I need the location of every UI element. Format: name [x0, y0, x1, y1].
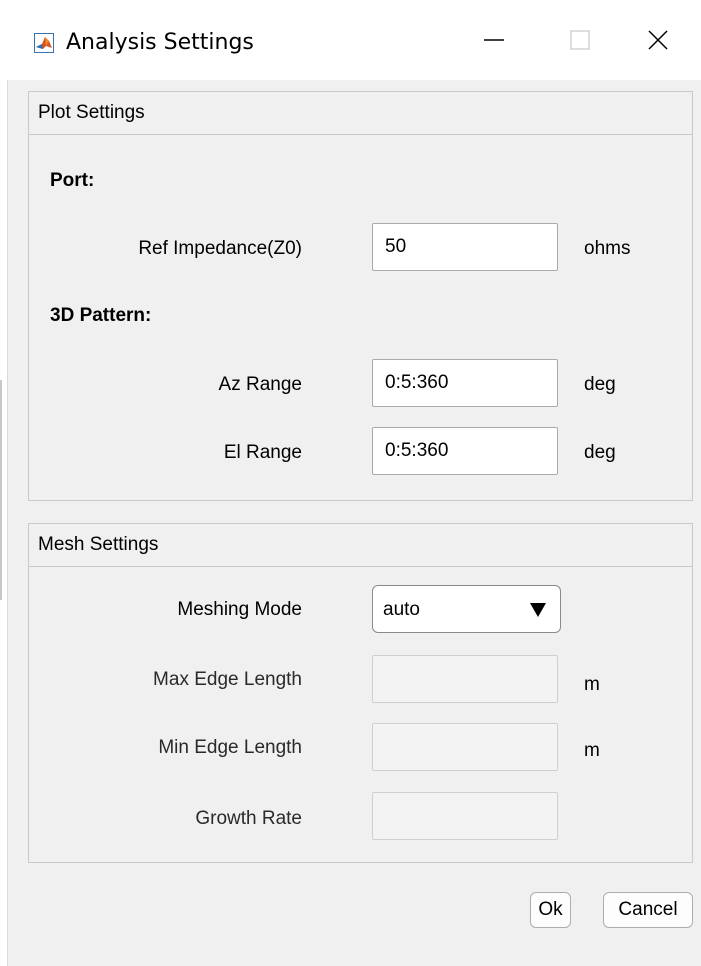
plot-settings-header: Plot Settings: [29, 92, 692, 135]
min-edge-length-input: [372, 723, 558, 771]
min-edge-length-label: Min Edge Length: [158, 737, 302, 758]
plot-settings-title: Plot Settings: [38, 102, 145, 123]
az-range-input[interactable]: [372, 359, 558, 407]
dropdown-arrow-icon: [530, 603, 546, 617]
ref-impedance-input[interactable]: [372, 223, 558, 271]
meshing-mode-dropdown[interactable]: auto: [372, 585, 561, 633]
close-button[interactable]: [628, 14, 688, 66]
max-edge-length-label: Max Edge Length: [153, 669, 302, 690]
meshing-mode-value: auto: [383, 599, 420, 620]
title-bar[interactable]: Analysis Settings: [0, 0, 701, 80]
mesh-settings-panel: Mesh Settings Meshing Mode auto Max Edge…: [28, 523, 693, 863]
ok-button[interactable]: Ok: [530, 892, 571, 928]
close-icon: [648, 30, 668, 50]
ref-impedance-label: Ref Impedance(Z0): [138, 238, 302, 259]
maximize-icon: [570, 30, 590, 50]
window-edge-mark: [0, 380, 2, 600]
el-range-input[interactable]: [372, 427, 558, 475]
maximize-button[interactable]: [550, 14, 610, 66]
mesh-settings-title: Mesh Settings: [38, 534, 159, 555]
min-edge-length-unit: m: [584, 740, 600, 761]
cancel-button[interactable]: Cancel: [603, 892, 693, 928]
az-range-unit: deg: [584, 374, 616, 395]
el-range-unit: deg: [584, 442, 616, 463]
port-section-label: Port:: [50, 170, 95, 191]
az-range-label: Az Range: [218, 374, 302, 395]
ref-impedance-unit: ohms: [584, 238, 631, 259]
mesh-settings-header: Mesh Settings: [29, 524, 692, 567]
plot-settings-panel: Plot Settings Port: Ref Impedance(Z0) oh…: [28, 91, 693, 501]
max-edge-length-input: [372, 655, 558, 703]
meshing-mode-label: Meshing Mode: [177, 599, 302, 620]
el-range-label: El Range: [223, 442, 302, 463]
matlab-icon: [34, 33, 54, 53]
minimize-button[interactable]: [464, 14, 524, 66]
minimize-icon: [484, 39, 504, 41]
3d-pattern-section-label: 3D Pattern:: [50, 305, 152, 326]
growth-rate-input: [372, 792, 558, 840]
max-edge-length-unit: m: [584, 674, 600, 695]
growth-rate-label: Growth Rate: [195, 808, 302, 829]
window-title: Analysis Settings: [66, 30, 254, 55]
